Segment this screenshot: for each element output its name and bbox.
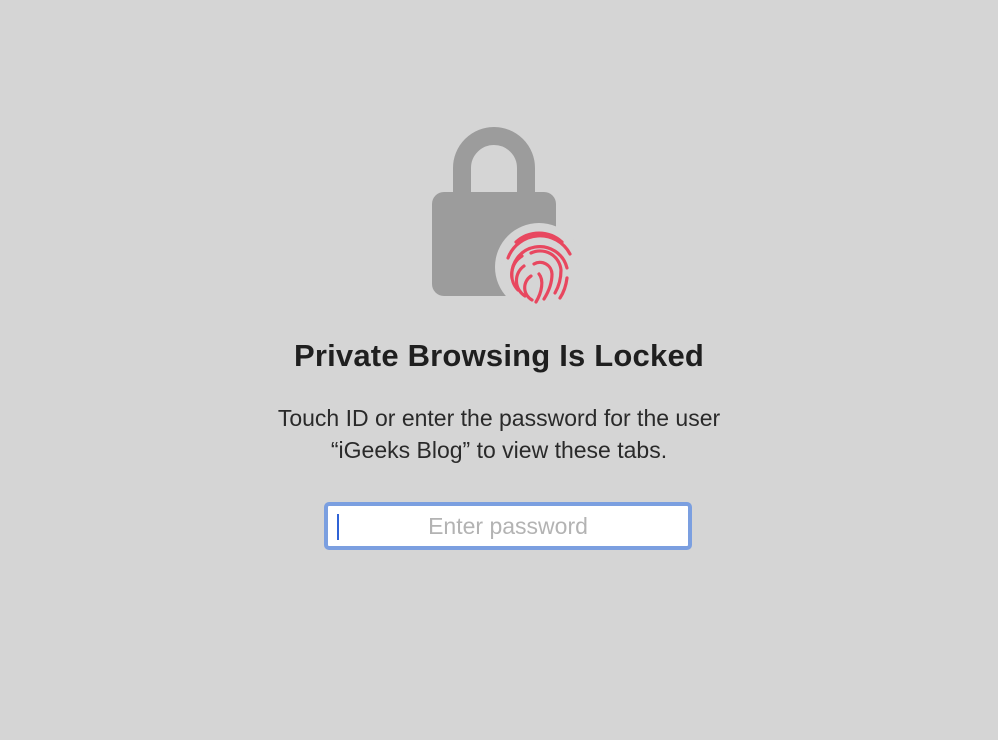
lock-icon (428, 118, 588, 318)
unlock-instructions: Touch ID or enter the password for the u… (0, 402, 998, 466)
fingerprint-icon (495, 223, 583, 311)
instructions-line-1: Touch ID or enter the password for the u… (277, 405, 721, 431)
page-title: Private Browsing Is Locked (293, 338, 705, 373)
password-field-container (324, 502, 692, 550)
password-input[interactable] (328, 506, 688, 546)
instructions-line-2: “iGeeks Blog” to view these tabs. (330, 437, 668, 463)
